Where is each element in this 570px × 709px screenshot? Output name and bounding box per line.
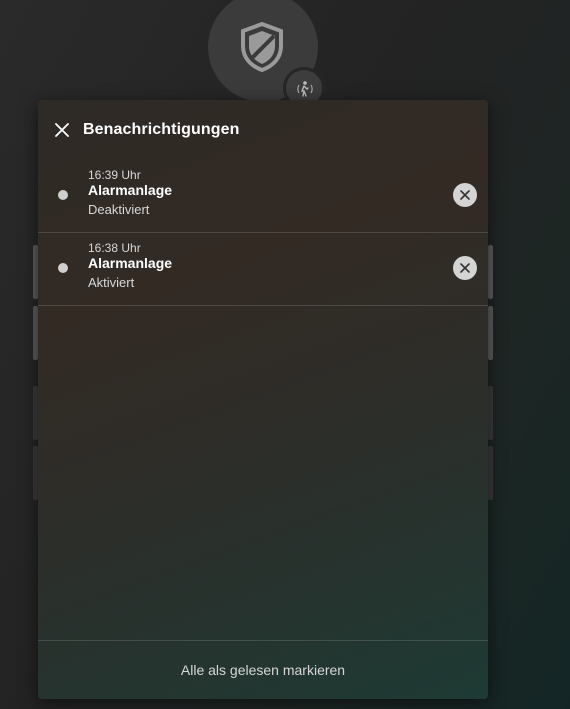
background-card-edge [488,245,493,299]
shield-icon [241,22,283,72]
close-button[interactable] [50,118,74,142]
notification-message: Aktiviert [88,275,135,290]
notification-item[interactable]: 16:38 Uhr Alarmanlage Aktiviert [38,233,488,306]
background-card-edge [488,306,493,360]
background-card-edge [488,386,493,440]
notification-time: 16:39 Uhr [88,168,141,182]
unread-dot [58,190,68,200]
notification-time: 16:38 Uhr [88,241,141,255]
motion-sensor-icon [297,81,313,97]
dialog-title: Benachrichtigungen [83,121,240,138]
close-icon [55,123,69,137]
notification-title: Alarmanlage [88,182,173,198]
background-card-edge [488,446,493,500]
unread-dot [58,263,68,273]
dialog-header: Benachrichtigungen [38,100,488,160]
notification-message: Deaktiviert [88,202,150,217]
mark-all-read-button[interactable]: Alle als gelesen markieren [38,662,488,678]
dismiss-notification-button[interactable] [453,256,477,280]
close-icon [460,190,470,200]
notification-item[interactable]: 16:39 Uhr Alarmanlage Deaktiviert [38,160,488,233]
dismiss-notification-button[interactable] [453,183,477,207]
notifications-dialog: Benachrichtigungen 16:39 Uhr Alarmanlage… [38,100,488,699]
dialog-footer: Alle als gelesen markieren [38,640,488,699]
notification-title: Alarmanlage [88,255,173,271]
close-icon [460,263,470,273]
